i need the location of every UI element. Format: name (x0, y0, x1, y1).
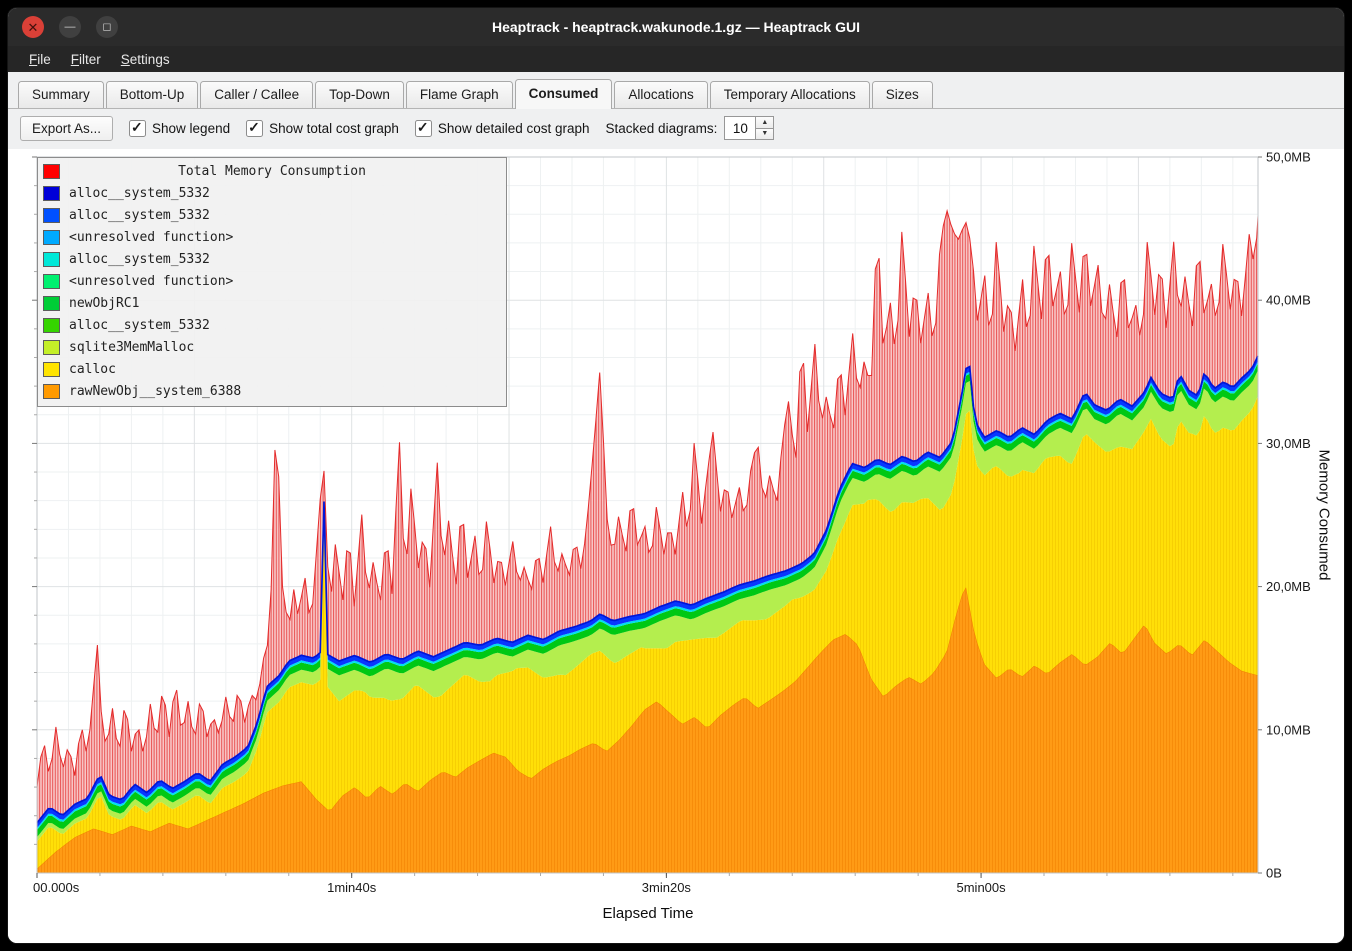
legend-row: alloc__system_5332 (38, 248, 506, 270)
tab-caller-callee[interactable]: Caller / Callee (200, 81, 313, 108)
legend-row: alloc__system_5332 (38, 182, 506, 204)
show-detailed-cost-checkbox[interactable] (415, 120, 432, 137)
svg-text:0B: 0B (1266, 866, 1282, 881)
tab-sizes[interactable]: Sizes (872, 81, 933, 108)
legend-swatch (43, 274, 60, 289)
maximize-button[interactable]: ◻ (96, 16, 118, 38)
show-total-cost-checkbox[interactable] (246, 120, 263, 137)
legend-row: newObjRC1 (38, 292, 506, 314)
legend-row: <unresolved function> (38, 270, 506, 292)
legend-swatch (43, 340, 60, 355)
legend-row: rawNewObj__system_6388 (38, 380, 506, 402)
legend-swatch (43, 186, 60, 201)
svg-text:20,0MB: 20,0MB (1266, 579, 1311, 594)
show-total-cost-label: Show total cost graph (269, 121, 399, 136)
legend-swatch (43, 296, 60, 311)
legend-label: alloc__system_5332 (69, 186, 210, 201)
show-legend-checkbox[interactable] (129, 120, 146, 137)
checkbox-show-legend[interactable]: Show legend (129, 120, 230, 137)
tab-consumed[interactable]: Consumed (515, 79, 613, 109)
legend-row: calloc (38, 358, 506, 380)
show-detailed-cost-label: Show detailed cost graph (438, 121, 590, 136)
legend-title-swatch (43, 164, 60, 179)
tab-allocations[interactable]: Allocations (614, 81, 707, 108)
legend-swatch (43, 230, 60, 245)
legend-swatch (43, 362, 60, 377)
legend-swatch (43, 384, 60, 399)
tab-bar: SummaryBottom-UpCaller / CalleeTop-DownF… (8, 72, 1344, 109)
menu-item-filter[interactable]: Filter (62, 49, 110, 70)
tab-summary[interactable]: Summary (18, 81, 104, 108)
stacked-diagrams-value[interactable]: 10 (724, 116, 756, 140)
svg-text:50,0MB: 50,0MB (1266, 150, 1311, 165)
svg-text:3min20s: 3min20s (642, 880, 692, 895)
tab-temporary-allocations[interactable]: Temporary Allocations (710, 81, 870, 108)
menu-item-settings[interactable]: Settings (112, 49, 179, 70)
legend-label: calloc (69, 362, 116, 377)
legend-label: newObjRC1 (69, 296, 139, 311)
checkbox-show-total-cost-graph[interactable]: Show total cost graph (246, 120, 399, 137)
legend-title-row: Total Memory Consumption (38, 160, 506, 182)
menu-item-file[interactable]: File (20, 49, 60, 70)
legend-row: <unresolved function> (38, 226, 506, 248)
y-axis-title: Memory Consumed (1316, 435, 1333, 595)
minimize-button[interactable]: — (59, 16, 81, 38)
legend-swatch (43, 252, 60, 267)
svg-text:30,0MB: 30,0MB (1266, 436, 1311, 451)
legend-label: alloc__system_5332 (69, 208, 210, 223)
x-axis-title: Elapsed Time (8, 905, 1288, 922)
chart-legend: Total Memory Consumption alloc__system_5… (37, 157, 507, 407)
window-title: Heaptrack - heaptrack.wakunode.1.gz — He… (8, 19, 1344, 35)
legend-label: <unresolved function> (69, 274, 233, 289)
tab-flame-graph[interactable]: Flame Graph (406, 81, 513, 108)
legend-label: sqlite3MemMalloc (69, 340, 194, 355)
spin-down-icon[interactable]: ▼ (755, 128, 774, 141)
checkbox-show-detailed-cost-graph[interactable]: Show detailed cost graph (415, 120, 590, 137)
svg-text:5min00s: 5min00s (957, 880, 1007, 895)
legend-label: alloc__system_5332 (69, 252, 210, 267)
legend-label: <unresolved function> (69, 230, 233, 245)
menubar: FileFilterSettings (8, 46, 1344, 72)
tab-bottom-up[interactable]: Bottom-Up (106, 81, 199, 108)
close-button[interactable]: ✕ (22, 16, 44, 38)
toolbar: Export As... Show legend Show total cost… (8, 109, 1344, 149)
tab-top-down[interactable]: Top-Down (315, 81, 404, 108)
stacked-diagrams-label: Stacked diagrams: (606, 121, 718, 136)
window-buttons: ✕ — ◻ (22, 16, 118, 38)
titlebar: ✕ — ◻ Heaptrack - heaptrack.wakunode.1.g… (8, 8, 1344, 46)
legend-swatch (43, 318, 60, 333)
chart-title: Total Memory Consumption (178, 164, 366, 179)
stacked-diagrams-control: Stacked diagrams: 10 ▲ ▼ (606, 116, 775, 140)
app-window: ✕ — ◻ Heaptrack - heaptrack.wakunode.1.g… (8, 8, 1344, 943)
chart-area: 0B 10,0MB 20,0MB 30,0MB 40,0MB 50,0MB 00.000s 1… (8, 149, 1344, 943)
legend-label: alloc__system_5332 (69, 318, 210, 333)
svg-text:1min40s: 1min40s (327, 880, 377, 895)
legend-row: alloc__system_5332 (38, 204, 506, 226)
legend-label: rawNewObj__system_6388 (69, 384, 241, 399)
legend-row: sqlite3MemMalloc (38, 336, 506, 358)
legend-swatch (43, 208, 60, 223)
legend-row: alloc__system_5332 (38, 314, 506, 336)
show-legend-label: Show legend (152, 121, 230, 136)
svg-text:40,0MB: 40,0MB (1266, 293, 1311, 308)
stacked-diagrams-spinbox: 10 ▲ ▼ (724, 116, 774, 140)
export-as-button[interactable]: Export As... (20, 116, 113, 141)
svg-text:10,0MB: 10,0MB (1266, 722, 1311, 737)
svg-text:00.000s: 00.000s (33, 880, 80, 895)
